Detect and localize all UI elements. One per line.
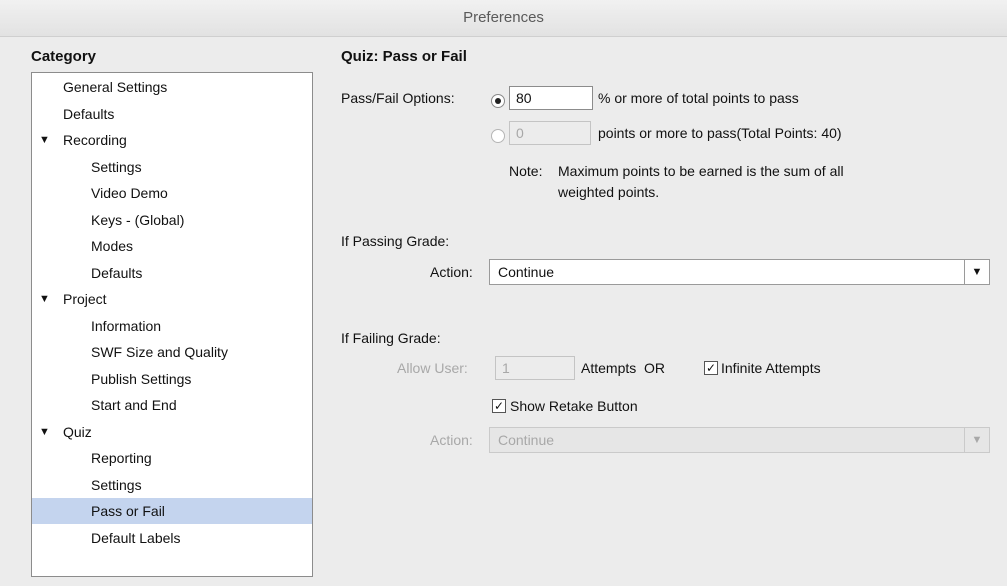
sidebar-item-label: Information	[91, 317, 162, 334]
sidebar-item-project[interactable]: ▼ Project	[32, 286, 312, 312]
disclosure-triangle-icon[interactable]: ▼	[39, 286, 50, 312]
points-label: points or more to pass(Total Points: 40)	[598, 125, 842, 141]
sidebar-item-label: Recording	[63, 132, 127, 148]
percent-label: % or more of total points to pass	[598, 90, 799, 106]
attempts-input[interactable]	[495, 356, 575, 380]
sidebar-item-publish-settings[interactable]: Publish Settings	[32, 366, 312, 392]
points-radio[interactable]	[491, 129, 505, 143]
sidebar-item-information[interactable]: Information	[32, 313, 312, 339]
sidebar-item-settings[interactable]: Settings	[32, 154, 312, 180]
disclosure-triangle-icon[interactable]: ▼	[39, 419, 50, 445]
sidebar-item-start-and-end[interactable]: Start and End	[32, 392, 312, 418]
percent-input[interactable]	[509, 86, 593, 110]
passing-action-label: Action:	[430, 264, 473, 280]
failing-grade-header: If Failing Grade:	[341, 330, 441, 346]
sidebar-item-label: Settings	[91, 476, 142, 493]
show-retake-label: Show Retake Button	[510, 398, 638, 414]
percent-radio[interactable]	[491, 94, 505, 108]
disclosure-triangle-icon[interactable]: ▼	[39, 127, 50, 153]
sidebar-item-settings[interactable]: Settings	[32, 472, 312, 498]
sidebar-item-label: Quiz	[63, 423, 92, 440]
sidebar-item-label: Keys - (Global)	[91, 211, 185, 228]
sidebar-item-label: Publish Settings	[91, 370, 192, 387]
note-text-line1: Maximum points to be earned is the sum o…	[558, 163, 844, 179]
attempts-or-label: Attempts OR	[581, 360, 666, 376]
sidebar-item-label: Default Labels	[91, 529, 181, 546]
sidebar-item-defaults[interactable]: Defaults	[32, 260, 312, 286]
sidebar-item-reporting[interactable]: Reporting	[32, 445, 312, 471]
sidebar-item-label: Defaults	[63, 105, 115, 122]
passing-action-value: Continue	[498, 264, 555, 280]
note-label: Note:	[509, 163, 543, 179]
allow-user-label: Allow User:	[397, 360, 468, 376]
failing-action-select[interactable]: Continue ▼	[489, 427, 990, 453]
show-retake-checkbox[interactable]: ✓	[492, 399, 506, 413]
sidebar-item-label: Defaults	[91, 264, 143, 281]
sidebar-item-label: Project	[63, 291, 107, 307]
category-list[interactable]: General Settings Defaults ▼ Recording Settin…	[31, 72, 313, 577]
page-title: Quiz: Pass or Fail	[341, 48, 467, 65]
sidebar-item-label: Modes	[91, 238, 134, 254]
sidebar-item-modes[interactable]: Modes	[32, 233, 312, 259]
pass-fail-options-label: Pass/Fail Options:	[341, 90, 455, 106]
sidebar-item-label: General Settings	[63, 79, 168, 95]
sidebar-item-video-demo[interactable]: Video Demo	[32, 180, 312, 206]
sidebar-item-label: SWF Size and Quality	[91, 344, 228, 360]
infinite-attempts-checkbox[interactable]: ✓	[704, 361, 718, 375]
chevron-down-icon: ▼	[964, 428, 989, 452]
passing-grade-header: If Passing Grade:	[341, 233, 450, 249]
points-input[interactable]	[509, 121, 591, 145]
sidebar-item-keys-global[interactable]: Keys - (Global)	[32, 207, 312, 233]
failing-action-value: Continue	[498, 432, 555, 448]
sidebar-item-defaults[interactable]: Defaults	[32, 101, 312, 127]
sidebar-item-label: Video Demo	[91, 185, 168, 201]
sidebar-item-default-labels[interactable]: Default Labels	[32, 525, 312, 551]
sidebar-item-label: Settings	[91, 158, 142, 175]
sidebar-item-label: Reporting	[91, 450, 152, 466]
window-title: Preferences	[0, 0, 1007, 37]
note-text-line2: weighted points.	[558, 184, 660, 200]
sidebar-item-quiz[interactable]: ▼ Quiz	[32, 419, 312, 445]
sidebar-item-recording[interactable]: ▼ Recording	[32, 127, 312, 153]
chevron-down-icon: ▼	[964, 260, 989, 284]
sidebar-item-label: Pass or Fail	[91, 503, 165, 519]
category-header: Category	[31, 48, 97, 65]
sidebar-item-swf-size-and-quality[interactable]: SWF Size and Quality	[32, 339, 312, 365]
infinite-attempts-label: Infinite Attempts	[721, 360, 821, 376]
sidebar-item-pass-or-fail[interactable]: Pass or Fail	[32, 498, 312, 524]
sidebar-item-general-settings[interactable]: General Settings	[32, 74, 312, 100]
failing-action-label: Action:	[430, 432, 473, 448]
sidebar-item-label: Start and End	[91, 397, 177, 413]
passing-action-select[interactable]: Continue ▼	[489, 259, 990, 285]
